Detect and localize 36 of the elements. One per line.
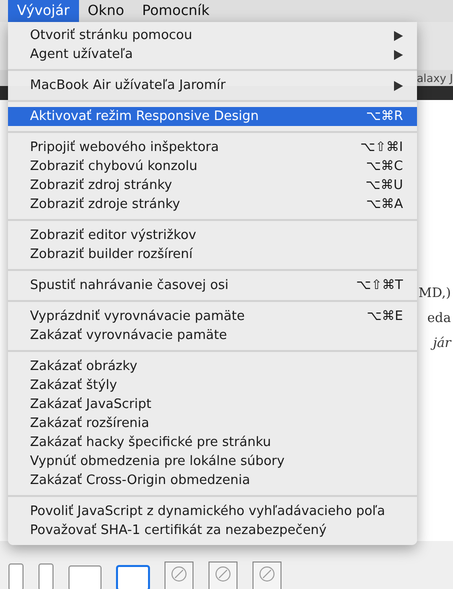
body-text: jár xyxy=(433,333,453,354)
menu-item[interactable]: Zakázať rozšírenia xyxy=(8,414,417,433)
menu-item[interactable]: MacBook Air užívateľa Jaromír xyxy=(8,76,417,95)
tablet-icon[interactable] xyxy=(116,565,150,589)
tab-title[interactable]: alaxy J xyxy=(416,72,453,84)
menu-item[interactable]: Zobraziť zdroj stránky ⌥⌘U xyxy=(8,176,417,195)
menu-item[interactable]: Otvoriť stránku pomocou xyxy=(8,26,417,45)
menu-item[interactable]: Považovať SHA-1 certifikát za nezabezpečený xyxy=(8,521,417,540)
menu-item[interactable]: Zobraziť zdroje stránky ⌥⌘A xyxy=(8,195,417,214)
menu-item[interactable]: Zakázať Cross-Origin obmedzenia xyxy=(8,471,417,490)
body-text: MD,) xyxy=(418,285,452,303)
compass-icon[interactable] xyxy=(164,561,194,589)
menu-item[interactable]: Zakázať vyrovnávacie pamäte xyxy=(8,326,417,345)
phone-icon[interactable] xyxy=(38,563,54,589)
menu-title[interactable]: Vývojár xyxy=(8,0,79,22)
compass-icon[interactable] xyxy=(252,561,282,589)
menu-item[interactable]: Pripojiť webového inšpektora ⌥⇧⌘I xyxy=(8,138,417,157)
phone-icon[interactable] xyxy=(8,563,24,589)
body-text: eda xyxy=(427,310,452,328)
compass-icon[interactable] xyxy=(208,561,238,589)
menu-item[interactable]: Zakázať hacky špecifické pre stránku xyxy=(8,433,417,452)
menu-item[interactable]: Zobraziť builder rozšírení xyxy=(8,245,417,264)
menu-item[interactable]: Zakázať obrázky xyxy=(8,357,417,376)
menu-title[interactable]: Okno xyxy=(78,0,134,22)
menu-item[interactable]: Vyprázdniť vyrovnávacie pamäte ⌥⌘E xyxy=(8,307,417,326)
menu-item[interactable]: Zobraziť chybovú konzolu ⌥⌘C xyxy=(8,157,417,176)
menu-item[interactable]: Agent užívateľa xyxy=(8,45,417,64)
menu-item[interactable]: Spustiť nahrávanie časovej osi ⌥⇧⌘T xyxy=(8,276,417,295)
menu-item[interactable]: Zobraziť editor výstrižkov xyxy=(8,226,417,245)
menu-item[interactable]: Vypnúť obmedzenia pre lokálne súbory xyxy=(8,452,417,471)
menu-item[interactable]: Zakázať JavaScript xyxy=(8,395,417,414)
tablet-icon[interactable] xyxy=(68,565,102,589)
menu-title[interactable]: Pomocník xyxy=(133,0,218,22)
menu-item[interactable]: Povoliť JavaScript z dynamického vyhľadávacieho poľa xyxy=(8,502,417,521)
menu-item[interactable]: Zakázať štýly xyxy=(8,376,417,395)
menu-item[interactable]: Aktivovať režim Responsive Design ⌥⌘R xyxy=(8,107,417,126)
